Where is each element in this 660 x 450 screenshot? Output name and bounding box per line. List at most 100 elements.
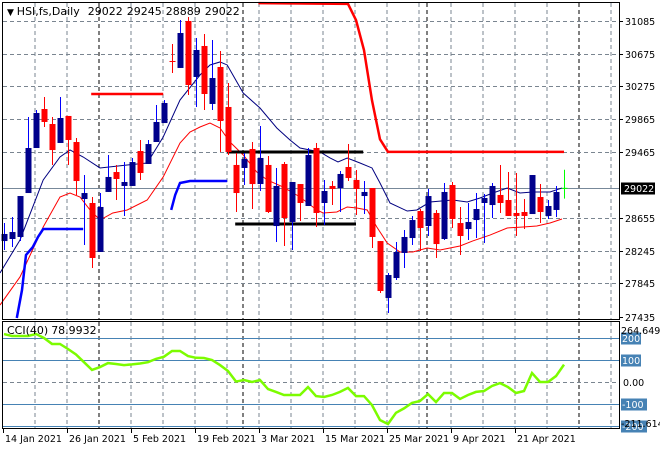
candle-body: [553, 191, 560, 210]
candle: [257, 126, 264, 191]
cci-title: CCI(40): [7, 324, 48, 337]
candle: [273, 167, 280, 243]
date-label: 26 Jan 2021: [69, 434, 126, 445]
candle-body: [297, 184, 304, 204]
candle: [305, 148, 312, 207]
candle: [241, 152, 248, 185]
candle: [529, 175, 536, 215]
candle: [209, 39, 216, 110]
current-price-label: 29022: [624, 184, 654, 195]
date-label: 19 Feb 2021: [197, 434, 256, 445]
candle-body: [249, 148, 256, 185]
price-tick-label: 31085: [625, 17, 655, 28]
candle-body: [353, 179, 360, 189]
candle: [17, 196, 24, 242]
lower-channel-line: [169, 179, 228, 211]
price-tick-label: 29865: [625, 115, 655, 126]
candle: [153, 105, 160, 143]
candle: [113, 165, 120, 200]
price-tick-label: 27845: [625, 279, 655, 290]
candle-body: [49, 124, 56, 151]
lower-channel-line: [15, 227, 84, 319]
candle-body: [73, 142, 80, 182]
price-chart[interactable]: 31085 30675 30275 29865 29465 28655 28245 27845…: [0, 0, 660, 450]
candle-body: [313, 148, 320, 213]
candle: [185, 17, 192, 95]
price-tick-label: 29465: [625, 148, 655, 159]
candle: [169, 44, 176, 73]
candle-body: [241, 158, 248, 168]
cci-level-label: 100: [622, 356, 640, 367]
cci-min-label: -211.6143: [621, 419, 660, 430]
candle: [297, 184, 304, 222]
candle-body: [305, 154, 312, 207]
candle-body: [217, 66, 224, 122]
candle-body: [545, 206, 552, 216]
candle-body: [145, 144, 152, 164]
candle-body: [465, 221, 472, 230]
candle-body: [65, 115, 72, 140]
close-value: 29022: [205, 5, 240, 18]
candle: [49, 117, 56, 166]
candle-body: [225, 106, 232, 152]
candle-body: [441, 191, 448, 240]
candle-body: [513, 212, 520, 216]
candle-body: [97, 206, 104, 252]
candle-body: [521, 212, 528, 216]
candle-body: [121, 181, 128, 186]
candle-body: [385, 275, 392, 298]
candle: [377, 241, 384, 294]
candle-body: [57, 118, 64, 143]
date-label: 15 Mar 2021: [325, 434, 385, 445]
candle: [33, 109, 40, 149]
chart-header: ▼ HSI,fs,Daily 29022 29245 28889 29022: [7, 5, 240, 18]
candle: [417, 209, 424, 252]
candle-body: [289, 181, 296, 222]
candle: [137, 139, 144, 180]
candle-body: [433, 212, 440, 245]
candle: [177, 20, 184, 68]
candle: [561, 169, 568, 199]
date-label: 5 Feb 2021: [133, 434, 186, 445]
candle-body: [481, 197, 488, 204]
candle-body: [257, 157, 264, 185]
candle-body: [321, 190, 328, 204]
cci-panel-border: [2, 321, 620, 429]
candle-body: [473, 209, 480, 221]
candle-body: [153, 121, 160, 143]
candle-body: [505, 200, 512, 216]
candle-body: [273, 185, 280, 227]
candle: [105, 154, 112, 192]
candle-body: [129, 162, 136, 186]
candle: [121, 162, 128, 216]
date-label: 21 Apr 2021: [517, 434, 576, 445]
candle: [409, 215, 416, 246]
candle: [57, 96, 64, 143]
candle-body: [233, 164, 240, 194]
candle: [145, 139, 152, 164]
candle-body: [193, 49, 200, 77]
price-tick-label: 27435: [625, 313, 655, 324]
candle: [97, 193, 104, 252]
candle-body: [265, 164, 272, 213]
candle: [465, 203, 472, 240]
cci-line: [3, 332, 566, 426]
candle-body: [369, 187, 376, 237]
date-label: 25 Mar 2021: [389, 434, 449, 445]
candle: [129, 157, 136, 186]
candle: [249, 142, 256, 210]
candle-body: [497, 194, 504, 204]
candle-body: [137, 151, 144, 173]
candle: [161, 100, 168, 124]
price-tick-label: 30275: [625, 82, 655, 93]
candle: [225, 82, 232, 155]
candle: [425, 188, 432, 237]
candle-body: [81, 193, 88, 200]
candle: [385, 272, 392, 313]
candle: [505, 172, 512, 216]
high-value: 29245: [127, 5, 162, 18]
candle: [65, 115, 72, 166]
candle-body: [417, 211, 424, 228]
candle-body: [89, 203, 96, 258]
dropdown-triangle-icon[interactable]: ▼: [7, 8, 17, 18]
